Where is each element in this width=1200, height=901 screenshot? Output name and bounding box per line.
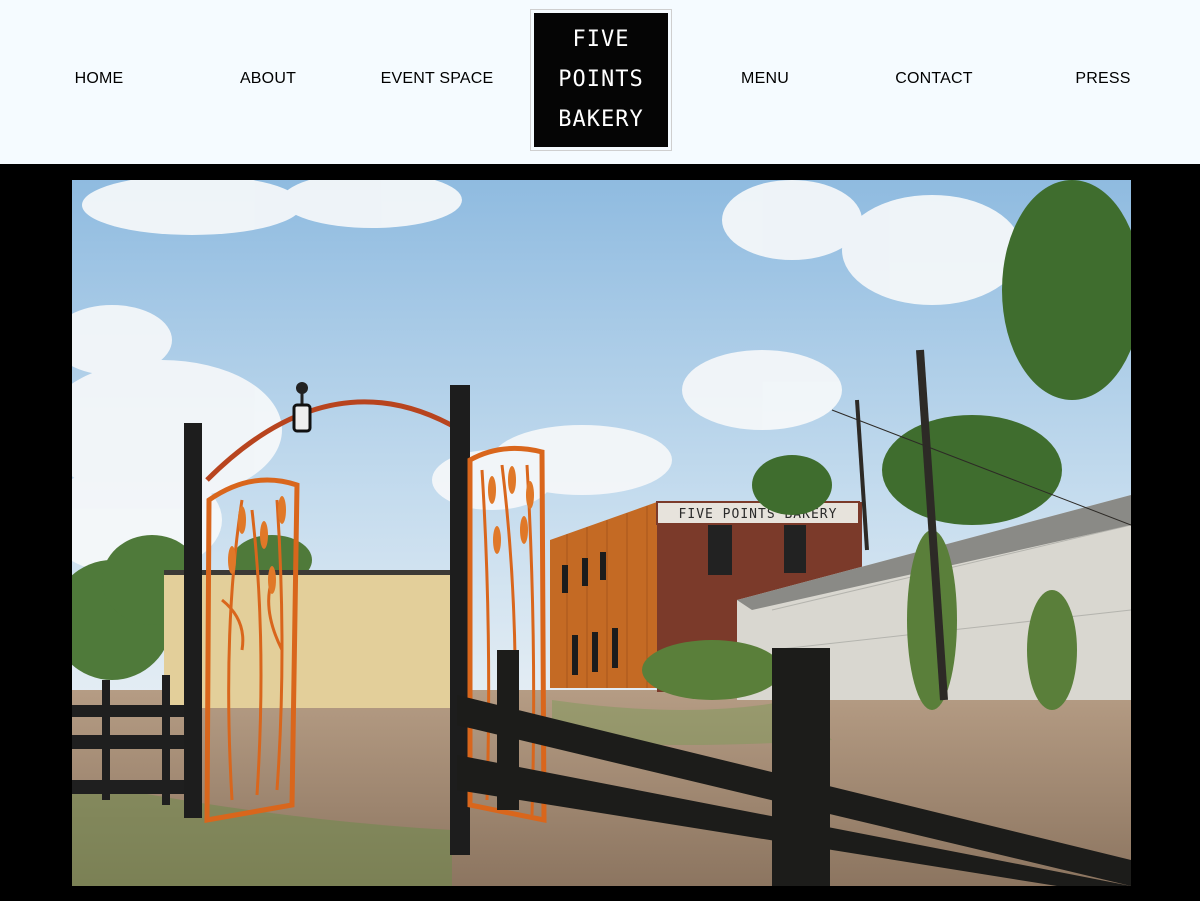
site-header: HOME ABOUT EVENT SPACE FIVE POINTS BAKER… [0,0,1200,164]
site-logo[interactable]: FIVE POINTS BAKERY [530,9,672,151]
logo-line-bakery: BAKERY [558,107,644,132]
nav-about[interactable]: ABOUT [240,70,296,88]
nav-press[interactable]: PRESS [1075,70,1130,88]
hero-photo: FIVE POINTS BAKERY [72,180,1131,886]
nav-event-space[interactable]: EVENT SPACE [381,70,494,88]
logo-line-points: POINTS [558,67,644,92]
nav-home[interactable]: HOME [75,70,124,88]
hero-photo-illustration: FIVE POINTS BAKERY [72,180,1131,886]
nav-contact[interactable]: CONTACT [895,70,973,88]
nav-menu[interactable]: MENU [741,70,789,88]
lantern-icon [292,382,312,433]
logo-mark: FIVE POINTS BAKERY [534,13,668,147]
logo-line-five: FIVE [572,27,630,52]
gate-post-left [184,423,202,818]
